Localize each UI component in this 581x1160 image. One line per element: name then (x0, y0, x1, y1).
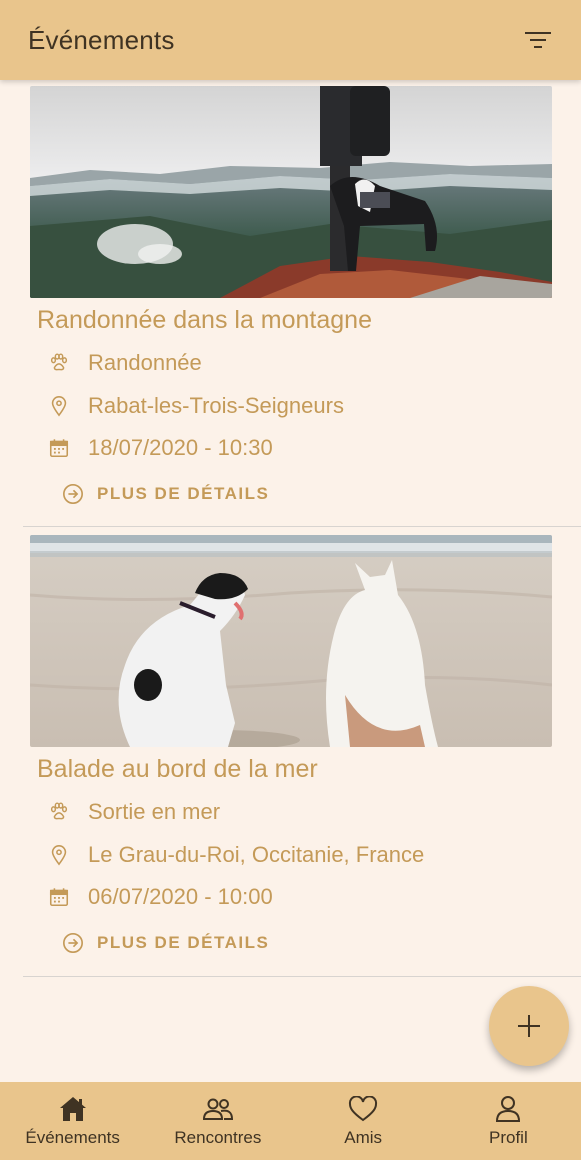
event-date: 18/07/2020 - 10:30 (88, 435, 273, 460)
event-date-row: 06/07/2020 - 10:00 (48, 884, 273, 910)
event-date-row: 18/07/2020 - 10:30 (48, 435, 273, 461)
card-divider (23, 976, 581, 977)
plus-icon (518, 1015, 540, 1037)
nav-label: Profil (489, 1128, 528, 1147)
event-date: 06/07/2020 - 10:00 (88, 884, 273, 909)
event-image-mountain (30, 86, 552, 298)
event-activity: Sortie en mer (88, 799, 221, 824)
nav-item-rencontres[interactable]: Rencontres (145, 1082, 290, 1160)
heart-icon (348, 1094, 378, 1124)
people-icon (202, 1094, 234, 1124)
event-activity-row: Sortie en mer (48, 799, 220, 825)
nav-label: Rencontres (174, 1128, 262, 1147)
event-title: Randonnée dans la montagne (37, 306, 372, 334)
nav-label: Événements (25, 1128, 120, 1147)
nav-item-evenements[interactable]: Événements (0, 1082, 145, 1160)
event-card: Balade au bord de la mer Sortie en mer L… (0, 529, 581, 978)
event-location-row: Le Grau-du-Roi, Occitanie, France (48, 842, 424, 868)
bottom-navigation: Événements Rencontres Amis Profil (0, 1082, 581, 1160)
event-list: Randonnée dans la montagne Randonnée Rab… (0, 80, 581, 1082)
event-location-row: Rabat-les-Trois-Seigneurs (48, 393, 344, 419)
person-icon (494, 1094, 522, 1124)
calendar-icon (48, 886, 70, 908)
nav-item-profil[interactable]: Profil (436, 1082, 581, 1160)
filter-button[interactable] (523, 25, 553, 55)
event-location: Le Grau-du-Roi, Occitanie, France (88, 842, 425, 867)
more-details-button[interactable]: PLUS DE DÉTAILS (62, 483, 269, 505)
filter-icon (525, 32, 551, 48)
arrow-circle-right-icon (63, 484, 83, 504)
event-location: Rabat-les-Trois-Seigneurs (88, 393, 344, 418)
home-icon (58, 1094, 88, 1124)
nav-label: Amis (344, 1128, 383, 1147)
card-divider (23, 526, 581, 527)
map-pin-icon (48, 844, 70, 866)
app-bar: Événements (0, 0, 581, 80)
event-activity-row: Randonnée (48, 350, 202, 376)
more-details-button[interactable]: PLUS DE DÉTAILS (62, 932, 269, 954)
paw-icon (48, 801, 70, 823)
more-details-label: PLUS DE DÉTAILS (97, 933, 270, 952)
nav-item-amis[interactable]: Amis (291, 1082, 436, 1160)
map-pin-icon (48, 395, 70, 417)
event-card: Randonnée dans la montagne Randonnée Rab… (0, 80, 581, 528)
event-image-beach (30, 535, 552, 747)
event-activity: Randonnée (88, 350, 202, 375)
page-title: Événements (28, 24, 175, 55)
event-title: Balade au bord de la mer (37, 755, 318, 783)
paw-icon (48, 352, 70, 374)
arrow-circle-right-icon (63, 933, 83, 953)
calendar-icon (48, 437, 70, 459)
more-details-label: PLUS DE DÉTAILS (97, 484, 270, 503)
add-event-button[interactable] (489, 986, 569, 1066)
